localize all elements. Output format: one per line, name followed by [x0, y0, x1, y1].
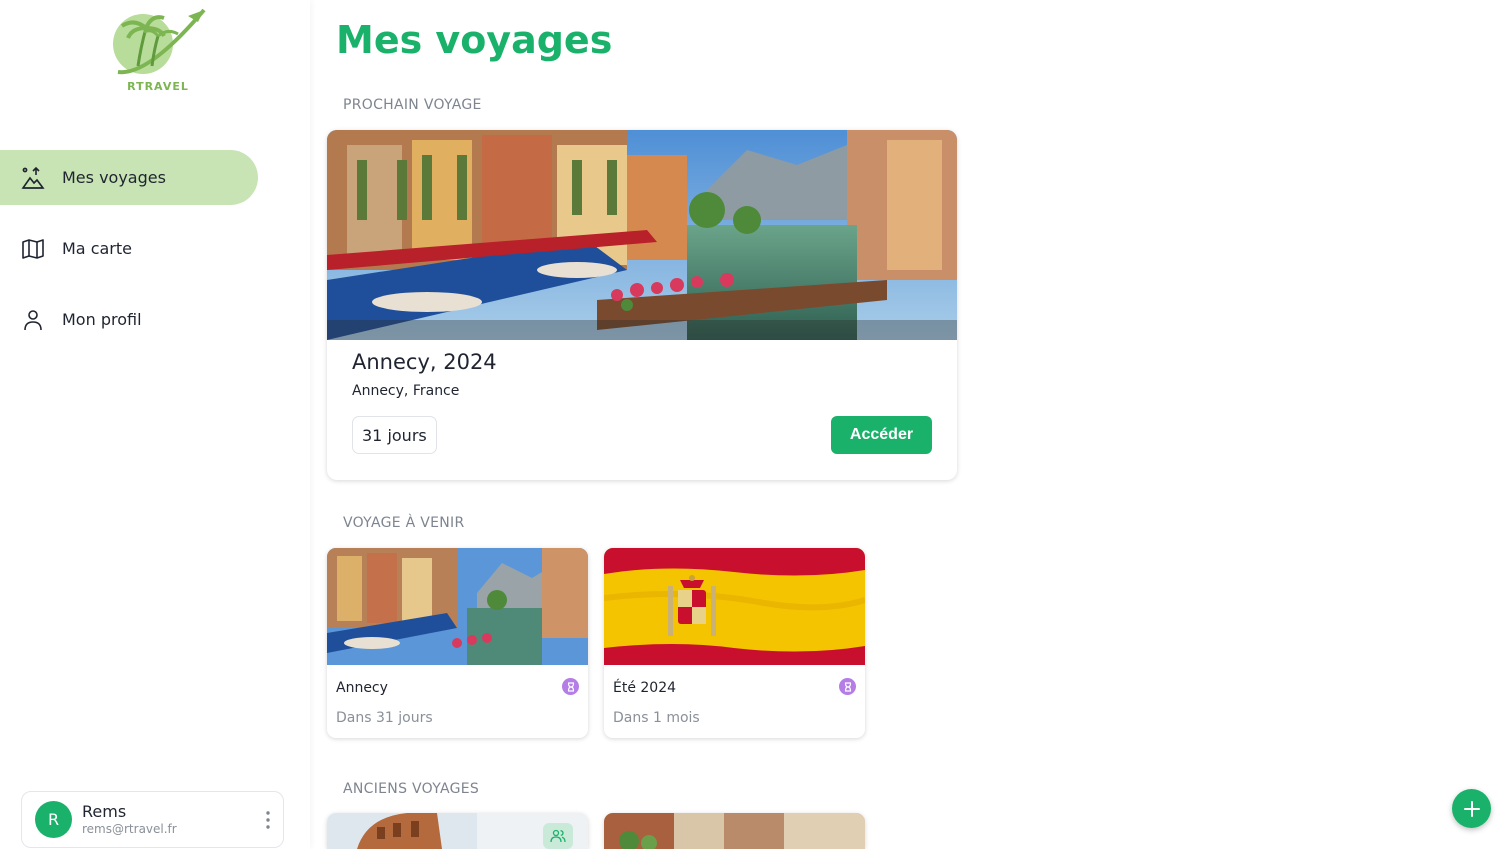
annecy-image [327, 548, 588, 665]
palm-plane-icon [113, 8, 206, 75]
map-icon [20, 236, 46, 262]
access-button[interactable]: Accéder [831, 416, 932, 454]
trip-title: Été 2024 [613, 680, 677, 696]
trip-when: Dans 1 mois [613, 710, 700, 726]
spain-flag-image [604, 548, 865, 665]
user-icon [20, 307, 46, 333]
section-label-upcoming: VOYAGE À VENIR [343, 515, 465, 531]
user-info: Rems rems@rtravel.fr [82, 801, 177, 837]
trip-when: Dans 31 jours [336, 710, 433, 726]
page-title: Mes voyages [336, 18, 613, 62]
user-card[interactable]: R Rems rems@rtravel.fr [21, 791, 284, 848]
rtravel-logo[interactable]: RTRAVEL [108, 6, 208, 96]
user-name: Rems [82, 801, 127, 821]
next-trip-title: Annecy, 2024 [352, 350, 497, 374]
next-trip-location: Annecy, France [352, 383, 460, 399]
nav-label: Ma carte [62, 239, 132, 258]
add-trip-button[interactable] [1452, 789, 1491, 828]
trips-icon [20, 165, 46, 191]
user-email: rems@rtravel.fr [82, 821, 177, 836]
logo-text: RTRAVEL [127, 80, 189, 93]
more-vertical-icon[interactable] [265, 810, 271, 830]
old-street-image [604, 813, 865, 849]
section-label-past: ANCIENS VOYAGES [343, 781, 480, 797]
avatar: R [35, 801, 72, 838]
upcoming-trip-card[interactable]: Été 2024 Dans 1 mois [604, 548, 865, 738]
past-trip-card[interactable] [327, 813, 588, 849]
past-trip-card[interactable] [604, 813, 865, 849]
trip-title: Annecy [336, 680, 388, 696]
plus-icon [1463, 800, 1480, 817]
nav-item-ma-carte[interactable]: Ma carte [0, 221, 258, 276]
nav-item-mon-profil[interactable]: Mon profil [0, 292, 258, 347]
group-icon [543, 823, 573, 849]
hourglass-icon [839, 678, 856, 695]
next-trip-card[interactable]: Annecy, 2024 Annecy, France 31 jours Acc… [327, 130, 957, 480]
upcoming-trip-card[interactable]: Annecy Dans 31 jours [327, 548, 588, 738]
nav-label: Mon profil [62, 310, 142, 329]
annecy-canal-image [327, 130, 957, 340]
nav-label: Mes voyages [62, 168, 166, 187]
sidebar: RTRAVEL Mes voyages Ma carte Mon profil … [0, 0, 310, 849]
hourglass-icon [562, 678, 579, 695]
section-label-next: PROCHAIN VOYAGE [343, 97, 482, 113]
duration-chip: 31 jours [352, 416, 437, 454]
nav-item-mes-voyages[interactable]: Mes voyages [0, 150, 258, 205]
